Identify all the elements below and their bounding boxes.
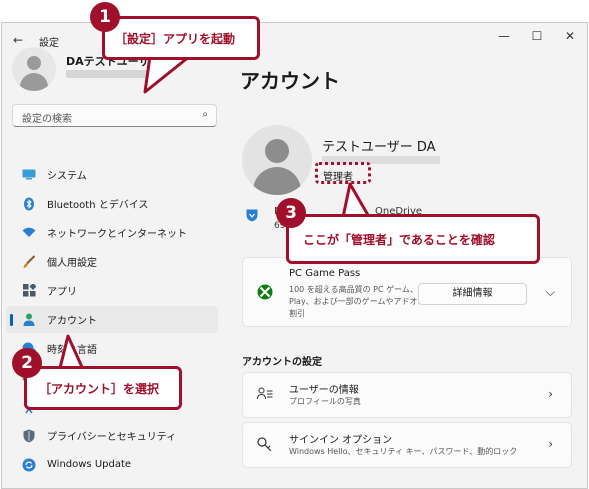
monitor-icon bbox=[21, 168, 37, 182]
callout-1-text: ［設定］アプリを起動 bbox=[115, 31, 236, 46]
settings-row-title: ユーザーの情報 bbox=[289, 385, 359, 396]
back-arrow-icon[interactable]: ← bbox=[13, 33, 23, 47]
game-pass-desc-line-1: 100 を超える高品質の PC ゲーム、EA bbox=[289, 285, 429, 294]
callout-3-text: ここが「管理者」であることを確認 bbox=[303, 232, 495, 247]
sidebar-item-label: アカウント bbox=[47, 316, 97, 327]
callout-3-number: 3 bbox=[276, 198, 306, 228]
sidebar-item-label: Windows Update bbox=[47, 459, 132, 470]
wifi-icon bbox=[21, 226, 37, 240]
window-title: 設定 bbox=[39, 38, 59, 49]
sidebar-item-privacy[interactable]: プライバシーとセキュリティ bbox=[6, 422, 218, 449]
settings-row-subtitle: Windows Hello、セキュリティ キー、パスワード、動的ロック bbox=[289, 447, 518, 456]
sidebar-item-label: 時刻と言語 bbox=[47, 345, 97, 356]
section-title: アカウントの設定 bbox=[242, 357, 322, 368]
sidebar-nav: システム Bluetooth とデバイス ネットワークとインターネット 個人用設… bbox=[6, 161, 218, 480]
callout-1-number: 1 bbox=[90, 2, 120, 32]
rewards-icon bbox=[246, 209, 258, 225]
apps-icon bbox=[21, 284, 37, 298]
user-email-redacted bbox=[66, 70, 166, 78]
person-icon bbox=[21, 313, 37, 327]
settings-row-subtitle: プロフィールの写真 bbox=[289, 397, 361, 406]
sidebar-item-label: プライバシーとセキュリティ bbox=[47, 432, 177, 443]
game-pass-desc-line-2: Play、および一部のゲームやアドオンの bbox=[289, 297, 434, 306]
search-placeholder: 設定の検索 bbox=[22, 114, 72, 125]
brush-icon bbox=[21, 254, 37, 269]
sidebar-item-label: アプリ bbox=[47, 287, 77, 298]
chevron-down-icon[interactable]: ⌵ bbox=[546, 285, 555, 300]
key-icon bbox=[257, 437, 273, 455]
learn-more-button[interactable]: 詳細情報 bbox=[418, 283, 527, 305]
callout-3: ここが「管理者」であることを確認 bbox=[286, 214, 540, 264]
avatar-head-shape bbox=[265, 139, 289, 163]
account-avatar[interactable] bbox=[242, 125, 312, 195]
sidebar-item-label: Bluetooth とデバイス bbox=[47, 200, 149, 211]
sidebar-item-label: 個人用設定 bbox=[47, 258, 97, 269]
chevron-right-icon: › bbox=[548, 437, 553, 451]
sidebar-item-bluetooth[interactable]: Bluetooth とデバイス bbox=[6, 190, 218, 217]
sidebar-item-apps[interactable]: アプリ bbox=[6, 277, 218, 304]
bluetooth-icon bbox=[21, 197, 37, 211]
callout-2-number: 2 bbox=[12, 348, 42, 378]
shield-icon bbox=[21, 429, 37, 443]
callout-1: ［設定］アプリを起動 bbox=[102, 16, 260, 60]
maximize-icon[interactable]: ☐ bbox=[527, 29, 547, 43]
search-input[interactable]: 設定の検索 ⌕ bbox=[12, 104, 217, 127]
chevron-right-icon: › bbox=[548, 387, 553, 401]
game-pass-title: PC Game Pass bbox=[289, 268, 361, 279]
settings-row-sign-in-options[interactable]: サインイン オプション Windows Hello、セキュリティ キー、パスワー… bbox=[242, 422, 572, 468]
account-name: テストユーザー DA bbox=[322, 140, 436, 155]
active-indicator bbox=[10, 314, 13, 326]
xbox-icon bbox=[257, 284, 273, 304]
sidebar-item-network[interactable]: ネットワークとインターネット bbox=[6, 219, 218, 246]
settings-row-title: サインイン オプション bbox=[289, 435, 393, 446]
callout-2: ［アカウント］を選択 bbox=[24, 366, 182, 410]
sidebar-item-system[interactable]: システム bbox=[6, 161, 218, 188]
callout-2-text: ［アカウント］を選択 bbox=[39, 381, 160, 396]
settings-row-your-info[interactable]: ユーザーの情報 プロフィールの写真 › bbox=[242, 372, 572, 418]
avatar-body-shape bbox=[253, 167, 301, 195]
avatar-body-shape bbox=[20, 73, 48, 91]
page-title: アカウント bbox=[240, 69, 340, 93]
close-icon[interactable]: ✕ bbox=[560, 29, 580, 43]
sidebar-item-windows-update[interactable]: Windows Update bbox=[6, 451, 218, 478]
sidebar-item-label: ネットワークとインターネット bbox=[47, 229, 187, 240]
game-pass-desc-line-3: 割引 bbox=[289, 309, 305, 318]
user-avatar[interactable] bbox=[12, 47, 56, 91]
search-icon[interactable]: ⌕ bbox=[202, 109, 208, 120]
sidebar-item-accounts[interactable]: アカウント bbox=[6, 306, 218, 333]
person-list-icon bbox=[257, 387, 273, 405]
game-pass-card[interactable]: PC Game Pass 100 を超える高品質の PC ゲーム、EA Play… bbox=[242, 257, 572, 327]
sidebar-item-label: システム bbox=[47, 171, 87, 182]
sidebar-item-personalization[interactable]: 個人用設定 bbox=[6, 248, 218, 275]
title-bar: ← 設定 — ☐ ✕ bbox=[2, 23, 587, 57]
avatar-head-shape bbox=[27, 56, 41, 70]
minimize-icon[interactable]: — bbox=[494, 29, 514, 43]
update-icon bbox=[21, 458, 37, 472]
role-highlight-box bbox=[315, 162, 371, 184]
